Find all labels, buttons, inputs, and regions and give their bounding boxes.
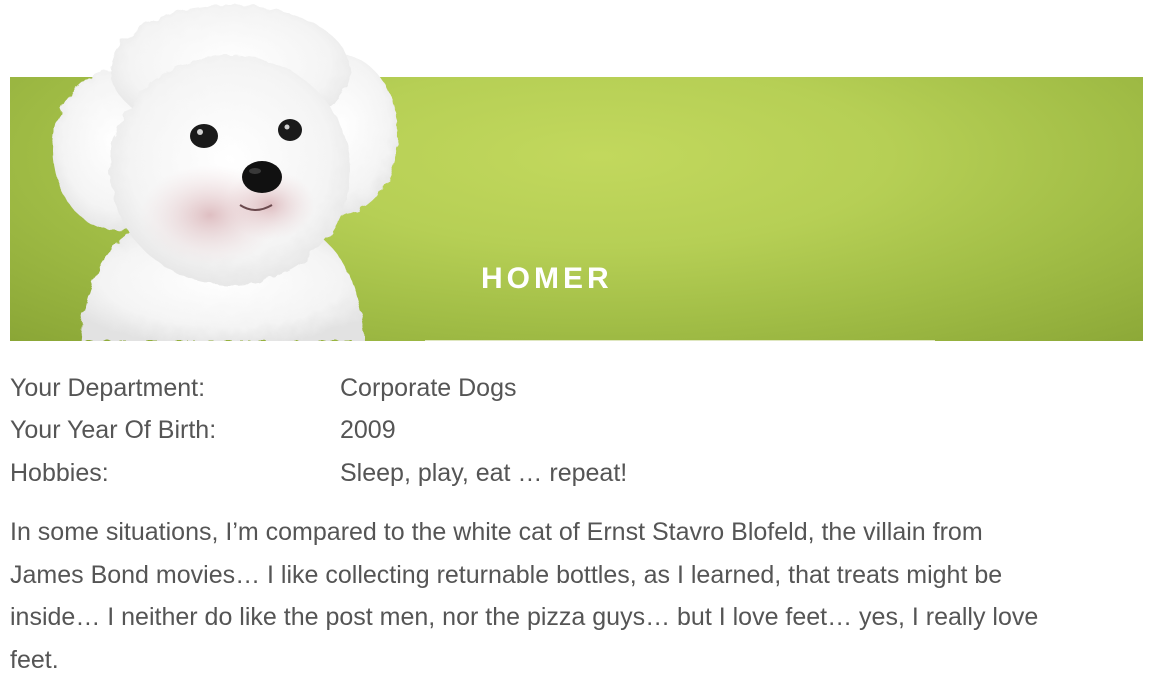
bio-line: In some situations, I’m compared to the … bbox=[10, 518, 983, 546]
hobbies-label: Hobbies: bbox=[10, 458, 109, 487]
birth-year-value: 2009 bbox=[340, 416, 396, 445]
bio-line: inside… I neither do like the post men, … bbox=[10, 603, 1039, 631]
detail-row-hobbies: Hobbies: Sleep, play, eat … repeat! bbox=[10, 452, 1140, 495]
profile-details: Your Department: Corporate Dogs Your Yea… bbox=[10, 367, 1140, 495]
dog-photo bbox=[53, 5, 398, 341]
bio-paragraph: In some situations, I’m compared to the … bbox=[10, 511, 1140, 681]
banner-divider bbox=[425, 340, 935, 341]
department-label: Your Department: bbox=[10, 373, 206, 402]
birth-year-label: Your Year Of Birth: bbox=[10, 416, 217, 445]
detail-row-birth-year: Your Year Of Birth: 2009 bbox=[10, 410, 1140, 453]
detail-row-department: Your Department: Corporate Dogs bbox=[10, 367, 1140, 410]
hobbies-value: Sleep, play, eat … repeat! bbox=[340, 458, 628, 487]
bio-line: James Bond movies… I like collecting ret… bbox=[10, 560, 1003, 589]
profile-name: HOMER bbox=[481, 262, 613, 295]
bio-line: feet. bbox=[10, 645, 59, 674]
department-value: Corporate Dogs bbox=[340, 373, 517, 402]
